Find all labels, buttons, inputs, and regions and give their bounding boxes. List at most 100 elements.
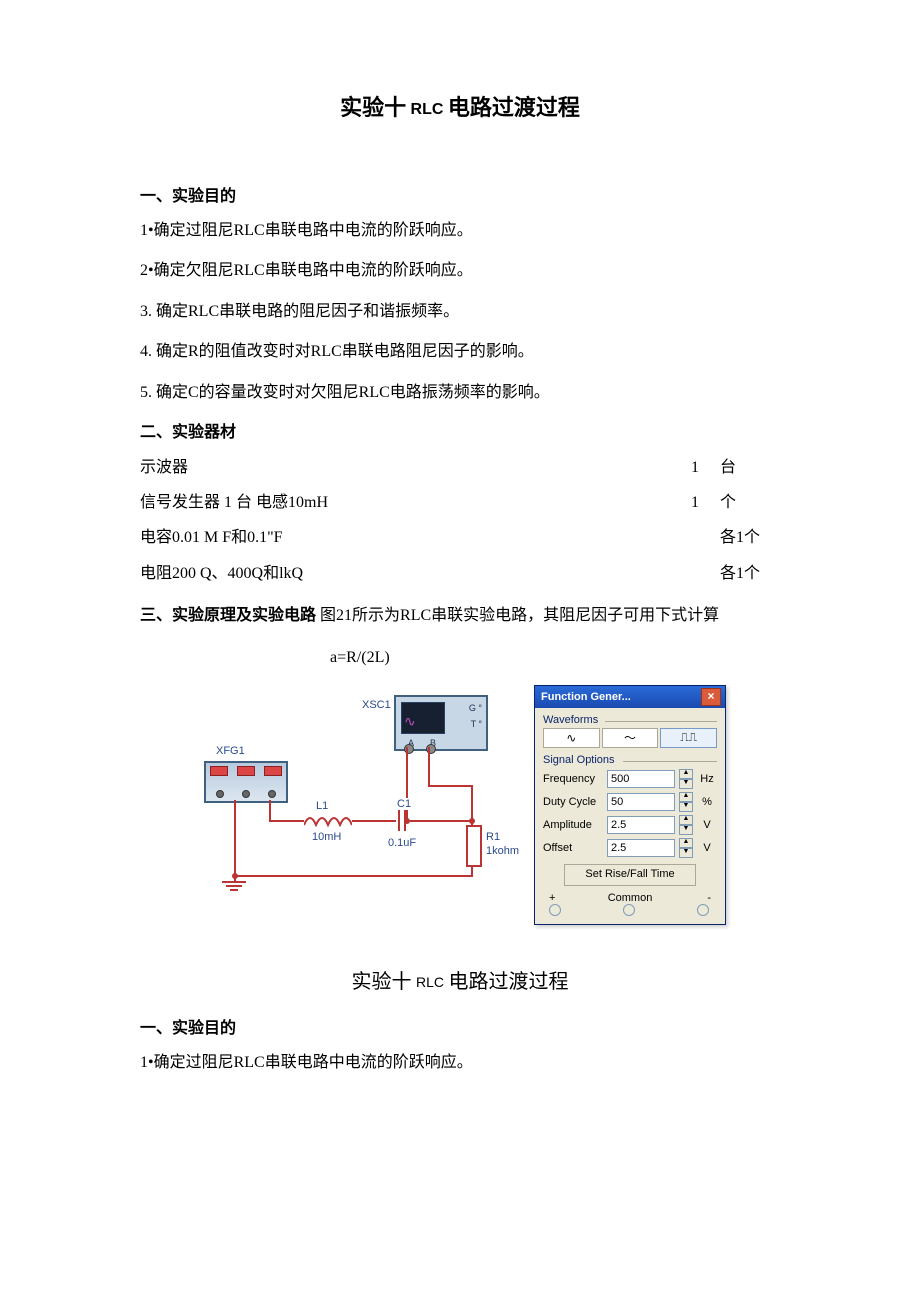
goal-item: 2•确定欠阻尼RLC串联电路中电流的阶跃响应。 <box>140 256 780 286</box>
section-3-line: 三、实验原理及实验电路 图21所示为RLC串联实验电路，其阻尼因子可用下式计算 <box>140 601 780 631</box>
equipment-qty: 1 <box>670 485 720 520</box>
function-generator-icon <box>204 761 288 803</box>
amplitude-row: Amplitude 2.5 ▲▼ V <box>543 815 717 835</box>
ground-icon <box>222 881 246 891</box>
equipment-qty: 1 <box>670 450 720 485</box>
duty-input[interactable]: 50 <box>607 793 675 811</box>
goal-item: 4. 确定R的阻值改变时对RLC串联电路阻尼因子的影响。 <box>140 337 780 367</box>
inductor-icon <box>304 815 352 827</box>
terminals-row: + Common - <box>543 892 717 916</box>
equipment-unit: 台 <box>720 450 780 485</box>
spinner-down[interactable]: ▼ <box>679 802 693 812</box>
section-3-text: 图21所示为RLC串联实验电路，其阻尼因子可用下式计算 <box>320 607 719 624</box>
terminal-minus-label: - <box>707 892 711 904</box>
title-part1: 实验十 <box>352 971 412 993</box>
terminal-plus-port[interactable] <box>549 904 561 916</box>
offset-unit: V <box>697 842 717 854</box>
terminal-plus-label: + <box>549 892 555 904</box>
section-1-heading-repeat: 一、实验目的 <box>140 1014 780 1038</box>
duty-row: Duty Cycle 50 ▲▼ % <box>543 792 717 812</box>
page-title-repeat: 实验十 RLC 电路过渡过程 <box>140 965 780 994</box>
oscilloscope-icon: ∿ G ° T ° A B <box>394 695 488 751</box>
waveform-square-button[interactable]: ⎍⎍ <box>660 728 717 748</box>
set-rise-fall-button[interactable]: Set Rise/Fall Time <box>564 864 696 886</box>
section-1-heading: 一、实验目的 <box>140 182 780 206</box>
spinner-down[interactable]: ▼ <box>679 779 693 789</box>
close-icon: × <box>707 689 714 703</box>
duty-label: Duty Cycle <box>543 796 603 808</box>
resistor-icon <box>466 825 482 867</box>
title-mid: RLC <box>411 101 444 118</box>
capacitor-value: 0.1uF <box>388 837 416 849</box>
waveform-triangle-button[interactable]: 〜 <box>602 728 659 748</box>
window-titlebar[interactable]: Function Gener... × <box>535 686 725 708</box>
capacitor-icon <box>394 809 410 831</box>
title-part2: 电路过渡过程 <box>448 95 580 120</box>
equipment-name: 信号发生器 1 台 电感10mH <box>140 485 670 520</box>
title-part2: 电路过渡过程 <box>448 971 568 993</box>
spinner-up[interactable]: ▲ <box>679 769 693 779</box>
amplitude-label: Amplitude <box>543 819 603 831</box>
window-title: Function Gener... <box>541 691 631 703</box>
generator-label: XFG1 <box>216 745 245 757</box>
equipment-row: 电容0.01 M F和0.1"F 各1个 <box>140 520 780 555</box>
goal-item: 3. 确定RLC串联电路的阻尼因子和谐振频率。 <box>140 297 780 327</box>
equipment-name: 电容0.01 M F和0.1"F <box>140 520 670 555</box>
waveform-sine-button[interactable]: ∿ <box>543 728 600 748</box>
inductor-value: 10mH <box>312 831 341 843</box>
equipment-unit: 各1个 <box>720 556 780 591</box>
spinner-down[interactable]: ▼ <box>679 848 693 858</box>
frequency-row: Frequency 500 ▲▼ Hz <box>543 769 717 789</box>
equipment-unit: 个 <box>720 485 780 520</box>
scope-label: XSC1 <box>362 699 391 711</box>
terminal-minus-port[interactable] <box>697 904 709 916</box>
resistor-name: R1 <box>486 831 500 843</box>
offset-row: Offset 2.5 ▲▼ V <box>543 838 717 858</box>
amplitude-input[interactable]: 2.5 <box>607 816 675 834</box>
frequency-input[interactable]: 500 <box>607 770 675 788</box>
terminal-common-label: Common <box>608 892 653 904</box>
amplitude-unit: V <box>697 819 717 831</box>
spinner-up[interactable]: ▲ <box>679 838 693 848</box>
equipment-row: 信号发生器 1 台 电感10mH 1 个 <box>140 485 780 520</box>
sine-icon: ∿ <box>404 713 416 730</box>
equipment-row: 示波器 1 台 <box>140 450 780 485</box>
equipment-name: 示波器 <box>140 450 670 485</box>
equipment-qty <box>670 556 720 591</box>
offset-label: Offset <box>543 842 603 854</box>
terminal-common-port[interactable] <box>623 904 635 916</box>
spinner-up[interactable]: ▲ <box>679 792 693 802</box>
close-button[interactable]: × <box>701 688 721 706</box>
page-title: 实验十 RLC 电路过渡过程 <box>140 90 780 122</box>
function-generator-window: Function Gener... × Waveforms ∿ 〜 ⎍⎍ Sig… <box>534 685 726 925</box>
figure-row: XSC1 ∿ G ° T ° A B XFG1 <box>140 685 780 925</box>
goal-item: 1•确定过阻尼RLC串联电路中电流的阶跃响应。 <box>140 1048 780 1078</box>
signal-options-label: Signal Options <box>543 754 717 766</box>
triangle-wave-icon: 〜 <box>624 729 636 746</box>
spinner-up[interactable]: ▲ <box>679 815 693 825</box>
spinner-down[interactable]: ▼ <box>679 825 693 835</box>
scope-t: T ° <box>471 719 482 729</box>
resistor-value: 1kohm <box>486 845 519 857</box>
offset-input[interactable]: 2.5 <box>607 839 675 857</box>
equipment-name: 电阻200 Q、400Q和lkQ <box>140 556 670 591</box>
title-part1: 实验十 <box>340 95 406 120</box>
title-mid: RLC <box>416 974 444 990</box>
section-2-heading: 二、实验器材 <box>140 418 780 442</box>
capacitor-name: C1 <box>396 798 412 810</box>
waveforms-label: Waveforms <box>543 714 717 726</box>
sine-wave-icon: ∿ <box>566 731 576 745</box>
circuit-schematic: XSC1 ∿ G ° T ° A B XFG1 <box>194 685 524 915</box>
square-wave-icon: ⎍⎍ <box>680 730 697 745</box>
goal-item: 1•确定过阻尼RLC串联电路中电流的阶跃响应。 <box>140 216 780 246</box>
section-3-heading: 三、实验原理及实验电路 <box>140 607 316 624</box>
equipment-row: 电阻200 Q、400Q和lkQ 各1个 <box>140 556 780 591</box>
frequency-unit: Hz <box>697 773 717 785</box>
scope-g: G ° <box>469 703 482 713</box>
equipment-unit: 各1个 <box>720 520 780 555</box>
duty-unit: % <box>697 796 717 808</box>
equipment-qty <box>670 520 720 555</box>
formula: a=R/(2L) <box>330 645 780 671</box>
goal-item: 5. 确定C的容量改变时对欠阻尼RLC电路振荡频率的影响。 <box>140 378 780 408</box>
inductor-name: L1 <box>316 800 328 812</box>
